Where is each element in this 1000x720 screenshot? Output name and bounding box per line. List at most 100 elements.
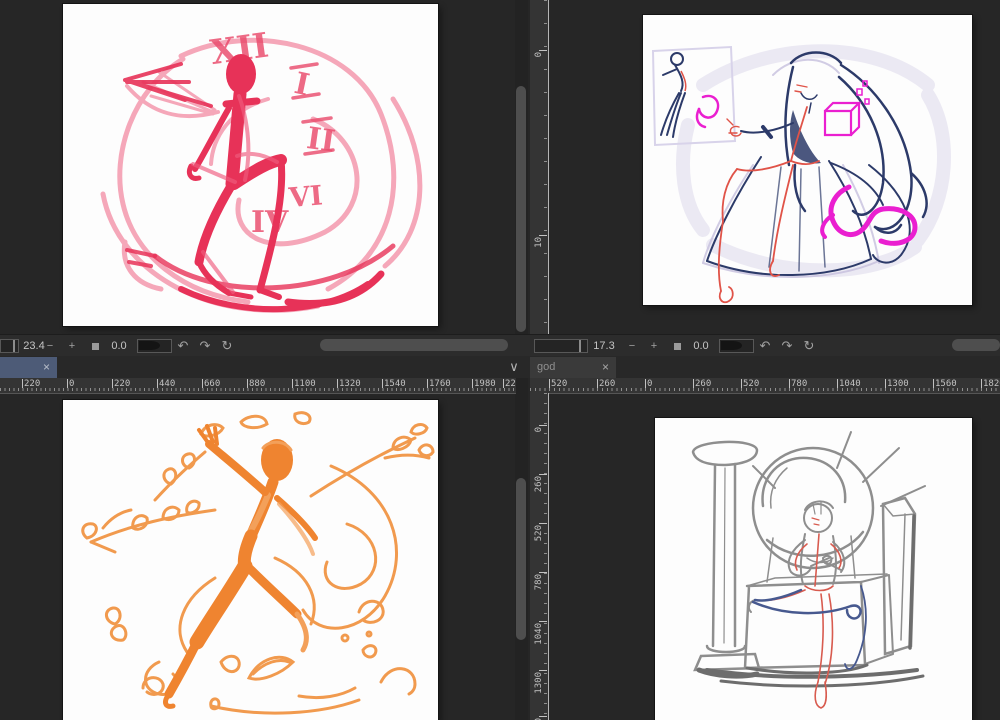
- ruler-major-tick: [382, 379, 383, 388]
- canvas-top-right[interactable]: [643, 15, 972, 305]
- zoom-slider[interactable]: [534, 339, 588, 353]
- horizontal-ruler-bottom-left[interactable]: 2200220440660880110013201540176019802200: [0, 378, 516, 394]
- ruler-label: 0: [647, 379, 653, 389]
- rotation-value: 0.0: [693, 340, 709, 352]
- ruler-major-tick: [885, 379, 886, 388]
- ruler-major-tick: [503, 379, 504, 388]
- tab-label: god: [537, 361, 556, 373]
- horizontal-ruler-bottom-right[interactable]: 520 260 0 260 520 780 1040 1300 1560 1820: [530, 378, 1000, 394]
- ruler-major-tick: [539, 572, 547, 573]
- ruler-label: 260: [599, 379, 616, 389]
- seated-character-sketch: [651, 44, 951, 304]
- vertical-ruler-bottom-right[interactable]: 0260520780104013001560: [530, 393, 549, 720]
- canvas-bottom-right[interactable]: [655, 418, 972, 720]
- vertical-scrollbar-thumb[interactable]: [516, 86, 526, 332]
- rotation-dial[interactable]: [137, 339, 172, 353]
- ruler-label: 780: [534, 574, 544, 591]
- vertical-scrollbar[interactable]: [515, 0, 528, 334]
- ruler-major-tick: [67, 379, 68, 388]
- tab-god-document[interactable]: god ×: [530, 357, 616, 378]
- ruler-major-tick: [539, 716, 547, 717]
- ruler-label: 0: [534, 52, 544, 58]
- fit-to-screen-button[interactable]: [674, 343, 681, 350]
- ruler-label: 1040: [839, 379, 861, 389]
- ruler-label: 10: [534, 237, 544, 248]
- clock-numeral: VI: [287, 180, 324, 214]
- ruler-label: 880: [249, 379, 266, 389]
- thumbnail-sketch: [651, 45, 737, 147]
- rotate-left-button[interactable]: ↶: [756, 335, 774, 357]
- horizontal-scrollbar-thumb[interactable]: [952, 339, 1000, 351]
- zoom-value: 17.3: [593, 340, 615, 352]
- ruler-label: 440: [159, 379, 176, 389]
- canvas-top-left[interactable]: XII I II IV VI: [63, 4, 438, 326]
- vertical-scrollbar[interactable]: [515, 378, 528, 720]
- ruler-major-tick: [539, 50, 547, 51]
- clock-numeral: IV: [251, 205, 289, 240]
- ruler-major-tick: [933, 379, 934, 388]
- ruler-label: 260: [695, 379, 712, 389]
- tab-bar: × ∨ god ×: [0, 356, 1000, 378]
- rotate-left-button[interactable]: ↶: [174, 335, 192, 357]
- clock-figure-sketch: XII I II IV VI: [100, 25, 423, 313]
- zoom-in-button[interactable]: +: [646, 335, 662, 357]
- ruler-label: 1540: [384, 379, 406, 389]
- ruler-major-tick: [337, 379, 338, 388]
- vertical-scrollbar-thumb[interactable]: [516, 478, 526, 640]
- ruler-major-tick: [472, 379, 473, 388]
- ruler-major-tick: [539, 670, 547, 671]
- ruler-label: 1980: [474, 379, 496, 389]
- ruler-label: 1300: [887, 379, 909, 389]
- zoom-out-button[interactable]: −: [624, 335, 640, 357]
- ruler-label: 0: [534, 427, 544, 433]
- reset-rotation-button[interactable]: ↻: [218, 335, 236, 357]
- rotate-right-button[interactable]: ↷: [778, 335, 796, 357]
- ruler-major-tick: [539, 523, 547, 524]
- ruler-major-tick: [789, 379, 790, 388]
- ruler-label: 1820: [983, 379, 1000, 389]
- reset-rotation-button[interactable]: ↻: [800, 335, 818, 357]
- ruler-label: 0: [69, 379, 75, 389]
- ruler-major-tick: [539, 425, 547, 426]
- ruler-major-tick: [157, 379, 158, 388]
- tab-active-document[interactable]: ×: [0, 357, 57, 378]
- close-icon[interactable]: ×: [43, 357, 50, 378]
- canvas-bottom-left[interactable]: [63, 400, 438, 720]
- ruler-label: 520: [743, 379, 760, 389]
- ruler-label: 520: [534, 525, 544, 542]
- ruler-label: 220: [114, 379, 131, 389]
- ruler-major-tick: [549, 379, 550, 388]
- ruler-label: 780: [791, 379, 808, 389]
- close-icon[interactable]: ×: [602, 357, 609, 378]
- ruler-major-tick: [292, 379, 293, 388]
- rotate-right-button[interactable]: ↷: [196, 335, 214, 357]
- ruler-major-tick: [837, 379, 838, 388]
- rotation-dial[interactable]: [719, 339, 754, 353]
- ruler-label: 1560: [935, 379, 957, 389]
- ruler-label: 220: [24, 379, 41, 389]
- vertical-ruler-top-right[interactable]: 0 10: [530, 0, 549, 334]
- horizontal-scrollbar-thumb[interactable]: [320, 339, 508, 351]
- zoom-in-button[interactable]: +: [64, 335, 80, 357]
- fit-to-screen-button[interactable]: [92, 343, 99, 350]
- zoom-out-button[interactable]: −: [42, 335, 58, 357]
- ruler-major-tick: [539, 235, 547, 236]
- ruler-major-tick: [22, 379, 23, 388]
- vine-dancer-sketch: [81, 411, 435, 715]
- ruler-major-tick: [202, 379, 203, 388]
- ruler-label: 1040: [534, 623, 544, 645]
- throne-figure-sketch: [691, 431, 926, 709]
- ruler-label: 660: [204, 379, 221, 389]
- ruler-label: 260: [534, 476, 544, 493]
- ruler-major-tick: [981, 379, 982, 388]
- ruler-major-tick: [539, 474, 547, 475]
- chevron-down-icon[interactable]: ∨: [502, 356, 526, 377]
- ruler-label: 1100: [294, 379, 316, 389]
- ruler-major-tick: [693, 379, 694, 388]
- ruler-label: 1760: [429, 379, 451, 389]
- ruler-label: 2200: [505, 379, 516, 389]
- ruler-label: 1300: [534, 672, 544, 694]
- statusbar-top-right-view: 17.3 − + 0.0 ↶ ↷ ↻: [530, 334, 1000, 357]
- ruler-major-tick: [645, 379, 646, 388]
- ruler-major-tick: [112, 379, 113, 388]
